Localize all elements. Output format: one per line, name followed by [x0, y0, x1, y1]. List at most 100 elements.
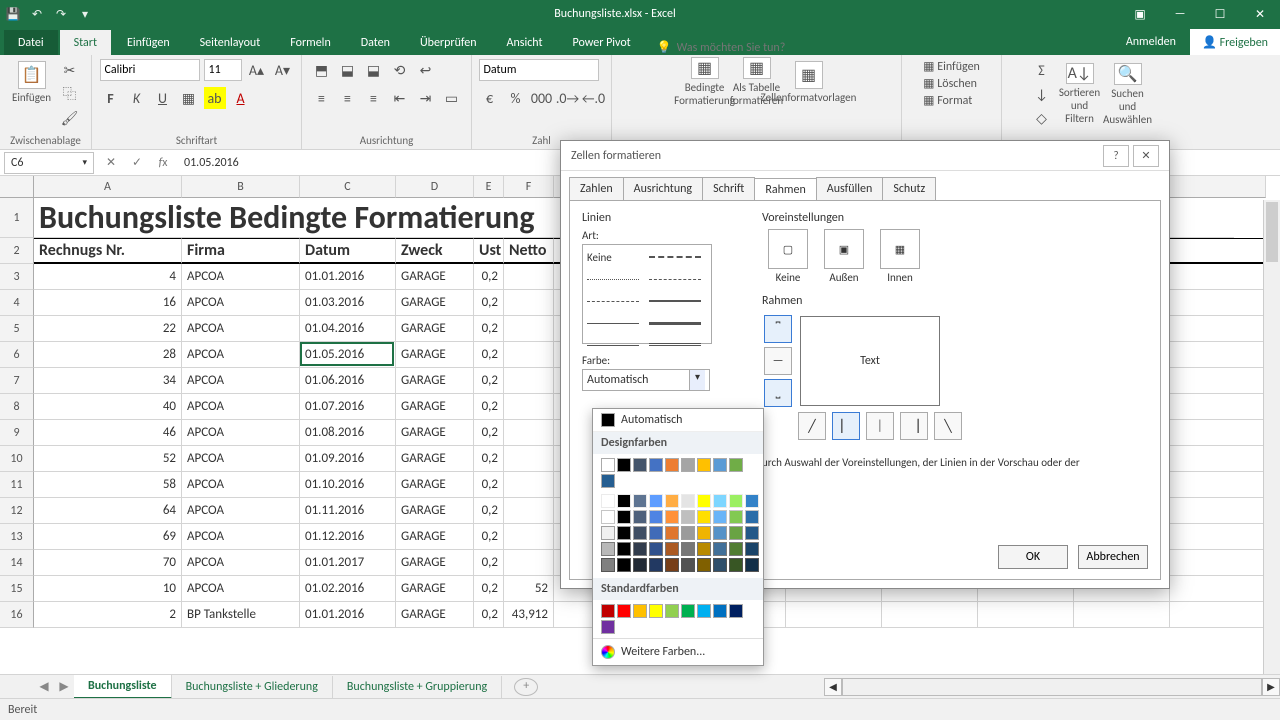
tab-view[interactable]: Ansicht: [493, 30, 557, 55]
cell[interactable]: 10: [34, 576, 182, 602]
delete-button[interactable]: ▦ Löschen: [923, 76, 980, 91]
std-swatch[interactable]: [729, 604, 743, 618]
copy-icon[interactable]: ⿻: [59, 83, 81, 105]
cell[interactable]: APCOA: [182, 498, 300, 524]
cell[interactable]: GARAGE: [396, 394, 474, 420]
cell[interactable]: 01.01.2017: [300, 550, 396, 576]
align-top-icon[interactable]: ⬒: [311, 59, 333, 81]
bold-button[interactable]: F: [100, 87, 122, 109]
theme-shade[interactable]: [697, 558, 711, 572]
select-all-corner[interactable]: [0, 176, 34, 198]
qat-dropdown-icon[interactable]: ▾: [76, 7, 94, 22]
theme-shade[interactable]: [681, 510, 695, 524]
theme-shade[interactable]: [633, 494, 647, 508]
cell[interactable]: [504, 550, 554, 576]
line-style-6[interactable]: [649, 271, 701, 287]
minimize-icon[interactable]: —: [1160, 7, 1200, 22]
tab-data[interactable]: Daten: [347, 30, 404, 55]
cell[interactable]: [1170, 446, 1266, 472]
cell[interactable]: GARAGE: [396, 368, 474, 394]
cell[interactable]: [504, 316, 554, 342]
std-swatch[interactable]: [713, 604, 727, 618]
cell[interactable]: APCOA: [182, 472, 300, 498]
cell[interactable]: GARAGE: [396, 420, 474, 446]
align-center-icon[interactable]: ≡: [337, 87, 359, 109]
cell[interactable]: [504, 368, 554, 394]
theme-shade[interactable]: [649, 542, 663, 556]
cell[interactable]: 4: [34, 264, 182, 290]
cell[interactable]: [504, 524, 554, 550]
dec-decimal-icon[interactable]: ←.0: [583, 87, 605, 109]
thousands-icon[interactable]: 000: [531, 87, 553, 109]
row-header-12[interactable]: 12: [0, 498, 34, 524]
theme-shade[interactable]: [729, 494, 743, 508]
std-swatch[interactable]: [665, 604, 679, 618]
dialog-close-icon[interactable]: ✕: [1133, 145, 1159, 167]
grow-font-icon[interactable]: A▴: [246, 59, 268, 81]
color-auto[interactable]: Automatisch: [593, 409, 763, 432]
cell[interactable]: [1170, 264, 1266, 290]
theme-shade[interactable]: [617, 510, 631, 524]
cell[interactable]: [504, 264, 554, 290]
align-left-icon[interactable]: ≡: [311, 87, 333, 109]
theme-shade[interactable]: [649, 494, 663, 508]
cell-styles-button[interactable]: ▦ Zellenformatvorlagen: [788, 59, 830, 105]
cell[interactable]: APCOA: [182, 576, 300, 602]
theme-swatch[interactable]: [713, 458, 727, 472]
border-vmid-btn[interactable]: │: [866, 412, 894, 440]
dialog-help-icon[interactable]: ?: [1103, 145, 1129, 167]
std-swatch[interactable]: [633, 604, 647, 618]
row-header-5[interactable]: 5: [0, 316, 34, 342]
align-right-icon[interactable]: ≡: [363, 87, 385, 109]
cell[interactable]: APCOA: [182, 420, 300, 446]
theme-shade[interactable]: [745, 558, 759, 572]
std-swatch[interactable]: [681, 604, 695, 618]
cell[interactable]: 70: [34, 550, 182, 576]
cell[interactable]: [1170, 420, 1266, 446]
cell[interactable]: Ust: [474, 238, 504, 264]
tab-pagelayout[interactable]: Seitenlayout: [186, 30, 275, 55]
theme-shade[interactable]: [649, 558, 663, 572]
insert-button[interactable]: ▦ Einfügen: [923, 59, 980, 74]
cell[interactable]: GARAGE: [396, 290, 474, 316]
new-sheet-button[interactable]: +: [514, 678, 538, 696]
sort-filter-button[interactable]: A↓ Sortieren und Filtern: [1059, 71, 1101, 117]
border-top-btn[interactable]: ⎴: [764, 315, 792, 343]
sheet-nav-next[interactable]: ▶: [54, 679, 74, 694]
cell[interactable]: Zweck: [396, 238, 474, 264]
theme-swatch[interactable]: [633, 458, 647, 472]
row-header-4[interactable]: 4: [0, 290, 34, 316]
cell[interactable]: [504, 472, 554, 498]
theme-shade[interactable]: [649, 526, 663, 540]
preset-inside[interactable]: ▦: [880, 229, 920, 269]
line-style-2[interactable]: [587, 293, 639, 309]
cell[interactable]: [1170, 498, 1266, 524]
cell[interactable]: 58: [34, 472, 182, 498]
cell[interactable]: [978, 602, 1074, 628]
border-left-btn[interactable]: ▏: [832, 412, 860, 440]
cell[interactable]: 01.02.2016: [300, 576, 396, 602]
cell[interactable]: 01.01.2016: [300, 602, 396, 628]
cell[interactable]: 01.03.2016: [300, 290, 396, 316]
cell[interactable]: [504, 290, 554, 316]
cell[interactable]: 01.07.2016: [300, 394, 396, 420]
cell[interactable]: APCOA: [182, 342, 300, 368]
line-style-3[interactable]: [587, 315, 639, 331]
row-header-14[interactable]: 14: [0, 550, 34, 576]
undo-icon[interactable]: ↶: [28, 7, 46, 22]
theme-shade[interactable]: [729, 526, 743, 540]
cell[interactable]: 01.06.2016: [300, 368, 396, 394]
cell[interactable]: 69: [34, 524, 182, 550]
share-button[interactable]: 👤 Freigeben: [1190, 29, 1280, 55]
border-diag-up-btn[interactable]: ╱: [798, 412, 826, 440]
theme-shade[interactable]: [745, 510, 759, 524]
sheet-tab-0[interactable]: Buchungsliste: [74, 675, 172, 699]
cell[interactable]: 34: [34, 368, 182, 394]
merge-icon[interactable]: ▭: [441, 87, 463, 109]
line-style-9[interactable]: [649, 337, 701, 353]
sheet-nav-prev[interactable]: ◀: [34, 679, 54, 694]
row-header-13[interactable]: 13: [0, 524, 34, 550]
line-style-list[interactable]: Keine: [582, 244, 712, 344]
font-name[interactable]: [100, 59, 200, 81]
preset-outline[interactable]: ▣: [824, 229, 864, 269]
